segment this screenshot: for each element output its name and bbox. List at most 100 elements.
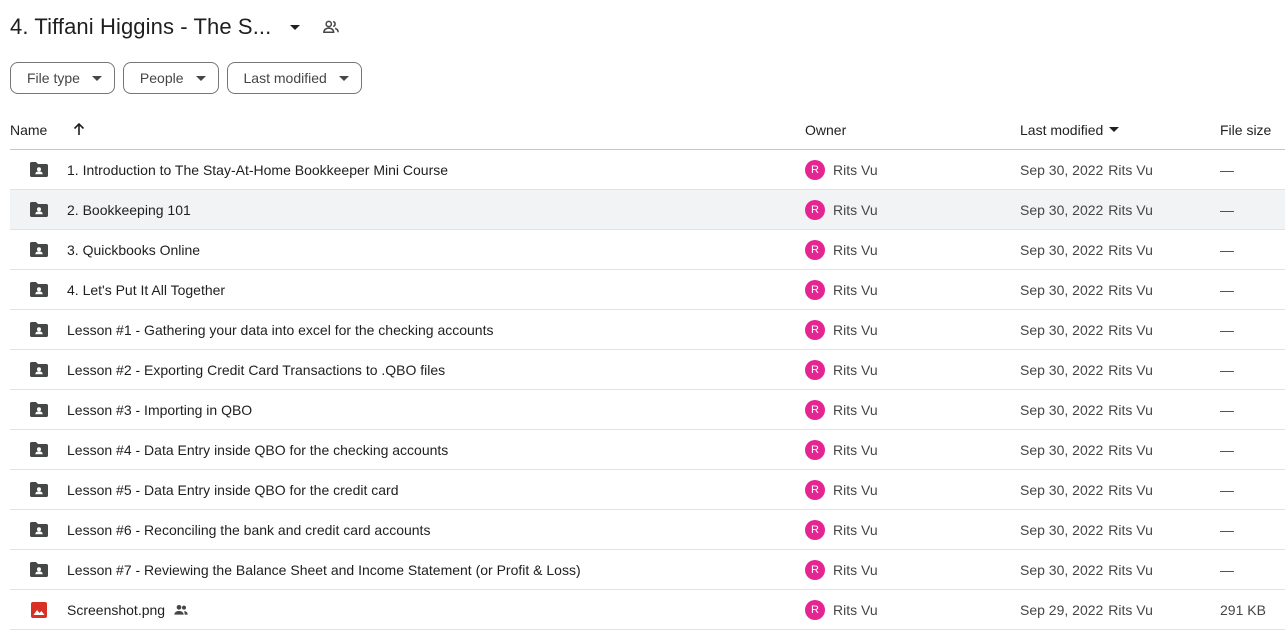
cell-file-size: — [1220,401,1234,418]
cell-owner: R Rits Vu [805,399,1020,420]
table-header: Name Owner Last modified File size [10,110,1285,150]
filter-label: People [139,70,184,86]
modified-by: Rits Vu [1108,361,1153,378]
image-file-icon [28,599,50,621]
table-row[interactable]: 1. Introduction to The Stay-At-Home Book… [10,150,1285,190]
table-row[interactable]: Lesson #7 - Reviewing the Balance Sheet … [10,550,1285,590]
cell-last-modified: Sep 30, 2022 Rits Vu [1020,522,1220,538]
cell-last-modified: Sep 29, 2022 Rits Vu [1020,602,1220,618]
cell-owner: R Rits Vu [805,359,1020,380]
table-row[interactable]: Lesson #1 - Gathering your data into exc… [10,310,1285,350]
avatar[interactable]: R [805,559,825,580]
cell-file-size: — [1220,361,1234,378]
cell-last-modified: Sep 30, 2022 Rits Vu [1020,482,1220,498]
cell-owner: R Rits Vu [805,559,1020,580]
owner-name: Rits Vu [833,201,878,218]
avatar[interactable]: R [805,439,825,460]
shared-folder-icon [28,399,50,421]
column-last-modified[interactable]: Last modified [1020,122,1220,138]
table-row[interactable]: Lesson #6 - Reconciling the bank and cre… [10,510,1285,550]
cell-owner: R Rits Vu [805,279,1020,300]
avatar[interactable]: R [805,159,825,180]
avatar[interactable]: R [805,279,825,300]
column-name-label: Name [10,121,48,138]
modified-date: Sep 30, 2022 [1020,561,1104,578]
cell-name: 3. Quickbooks Online [10,239,805,261]
cell-last-modified: Sep 30, 2022 Rits Vu [1020,202,1220,218]
people-icon [173,602,189,618]
owner-name: Rits Vu [833,561,878,578]
table-row[interactable]: 2. Bookkeeping 101 R Rits Vu Sep 30, 202… [10,190,1285,230]
cell-name: Lesson #5 - Data Entry inside QBO for th… [10,479,805,501]
caret-down-icon [338,75,349,81]
column-name[interactable]: Name [10,122,805,138]
cell-file-size: — [1220,481,1234,498]
cell-owner: R Rits Vu [805,199,1020,220]
caret-down-icon [195,75,206,81]
avatar[interactable]: R [805,479,825,500]
avatar[interactable]: R [805,359,825,380]
file-name: Lesson #3 - Importing in QBO [67,401,253,418]
owner-name: Rits Vu [833,281,878,298]
file-name: 2. Bookkeeping 101 [67,201,191,218]
modified-by: Rits Vu [1108,521,1153,538]
table-row[interactable]: Lesson #3 - Importing in QBO R Rits Vu S… [10,390,1285,430]
avatar[interactable]: R [805,319,825,340]
modified-by: Rits Vu [1108,601,1153,618]
owner-name: Rits Vu [833,601,878,618]
avatar[interactable]: R [805,519,825,540]
caret-down-icon[interactable] [281,13,309,41]
column-owner[interactable]: Owner [805,122,1020,138]
shared-folder-icon [28,319,50,341]
avatar[interactable]: R [805,199,825,220]
avatar[interactable]: R [805,599,825,620]
filter-chips: File type People Last modified [10,62,362,94]
modified-by: Rits Vu [1108,561,1153,578]
shared-folder-icon [28,439,50,461]
table-row[interactable]: 4. Let's Put It All Together R Rits Vu S… [10,270,1285,310]
owner-name: Rits Vu [833,361,878,378]
filter-file-type[interactable]: File type [10,62,115,94]
modified-date: Sep 30, 2022 [1020,321,1104,338]
shared-folder-icon [28,359,50,381]
cell-name: Lesson #1 - Gathering your data into exc… [10,319,805,341]
modified-date: Sep 30, 2022 [1020,281,1104,298]
owner-name: Rits Vu [833,521,878,538]
cell-name: Lesson #2 - Exporting Credit Card Transa… [10,359,805,381]
file-list: Name Owner Last modified File size 1. In… [10,110,1285,630]
table-row[interactable]: 3. Quickbooks Online R Rits Vu Sep 30, 2… [10,230,1285,270]
caret-down-icon [1109,127,1120,132]
modified-by: Rits Vu [1108,441,1153,458]
cell-file-size: — [1220,441,1234,458]
shared-folder-icon [28,199,50,221]
filter-people[interactable]: People [122,62,219,94]
cell-file-size: — [1220,161,1234,178]
cell-last-modified: Sep 30, 2022 Rits Vu [1020,322,1220,338]
table-row[interactable]: Lesson #2 - Exporting Credit Card Transa… [10,350,1285,390]
folder-title[interactable]: 4. Tiffani Higgins - The S... [10,14,271,40]
table-row[interactable]: Lesson #4 - Data Entry inside QBO for th… [10,430,1285,470]
owner-name: Rits Vu [833,441,878,458]
cell-owner: R Rits Vu [805,239,1020,260]
owner-name: Rits Vu [833,401,878,418]
shared-folder-icon [28,159,50,181]
table-row[interactable]: Lesson #5 - Data Entry inside QBO for th… [10,470,1285,510]
cell-name: Lesson #3 - Importing in QBO [10,399,805,421]
avatar[interactable]: R [805,239,825,260]
arrow-up-icon[interactable] [73,123,85,136]
shared-folder-icon [28,279,50,301]
filter-last-modified[interactable]: Last modified [226,62,362,94]
table-row[interactable]: Screenshot.png R Rits Vu Sep 29, 2022 Rit… [10,590,1285,630]
filter-label: Last modified [243,70,327,86]
avatar[interactable]: R [805,399,825,420]
modified-date: Sep 30, 2022 [1020,521,1104,538]
cell-last-modified: Sep 30, 2022 Rits Vu [1020,362,1220,378]
file-name: 4. Let's Put It All Together [67,281,226,298]
shared-folder-icon [28,239,50,261]
column-file-size[interactable]: File size [1220,122,1285,138]
file-name: Lesson #7 - Reviewing the Balance Sheet … [67,561,581,578]
file-name: Lesson #2 - Exporting Credit Card Transa… [67,361,446,378]
people-icon[interactable] [317,13,345,41]
cell-owner: R Rits Vu [805,519,1020,540]
file-name: Screenshot.png [67,601,166,618]
